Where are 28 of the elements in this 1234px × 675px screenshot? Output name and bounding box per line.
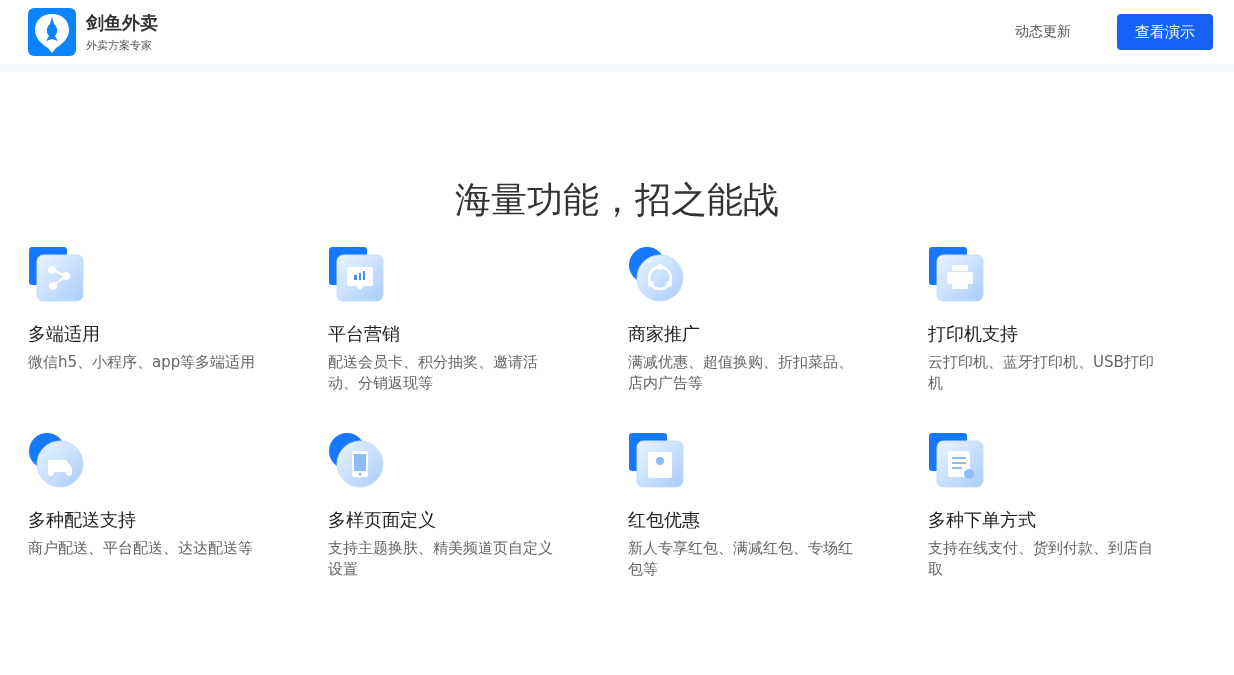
list-icon (928, 432, 984, 488)
feature-title: 多种下单方式 (928, 508, 1036, 532)
brand-tagline: 外卖方案专家 (86, 38, 153, 53)
section-title: 海量功能，招之能战 (454, 178, 780, 222)
phone-icon (328, 432, 384, 488)
feature-description: 微信h5、小程序、app等多端适用 (28, 352, 256, 373)
feature-title: 多样页面定义 (328, 508, 436, 532)
news-link[interactable]: 动态更新 (1015, 23, 1071, 41)
feature-title: 打印机支持 (928, 322, 1018, 346)
feature-description: 配送会员卡、积分抽奖、邀请活动、分销返现等 (328, 352, 539, 394)
feature-title: 商家推广 (628, 322, 700, 346)
feature-description: 商户配送、平台配送、达达配送等 (28, 538, 254, 559)
feature-title: 多端适用 (28, 322, 100, 346)
feature-description: 支持主题换肤、精美频道页自定义设置 (328, 538, 554, 580)
chart-screen-icon (328, 246, 384, 302)
feature-description: 云打印机、蓝牙打印机、USB打印机 (928, 352, 1155, 394)
logo-icon (28, 8, 76, 56)
feature-description: 满减优惠、超值换购、折扣菜品、店内广告等 (628, 352, 854, 394)
share-nodes-icon (28, 246, 84, 302)
feature-title: 红包优惠 (628, 508, 700, 532)
feature-description: 新人专享红包、满减红包、专场红包等 (628, 538, 854, 580)
printer-icon (928, 246, 984, 302)
feature-description: 支持在线支付、货到付款、到店自取 (928, 538, 1154, 580)
feature-title: 多种配送支持 (28, 508, 136, 532)
cycle-icon (628, 246, 684, 302)
demo-button[interactable]: 查看演示 (1117, 14, 1213, 50)
brand-name: 剑鱼外卖 (86, 11, 158, 35)
feature-title: 平台营销 (328, 322, 400, 346)
